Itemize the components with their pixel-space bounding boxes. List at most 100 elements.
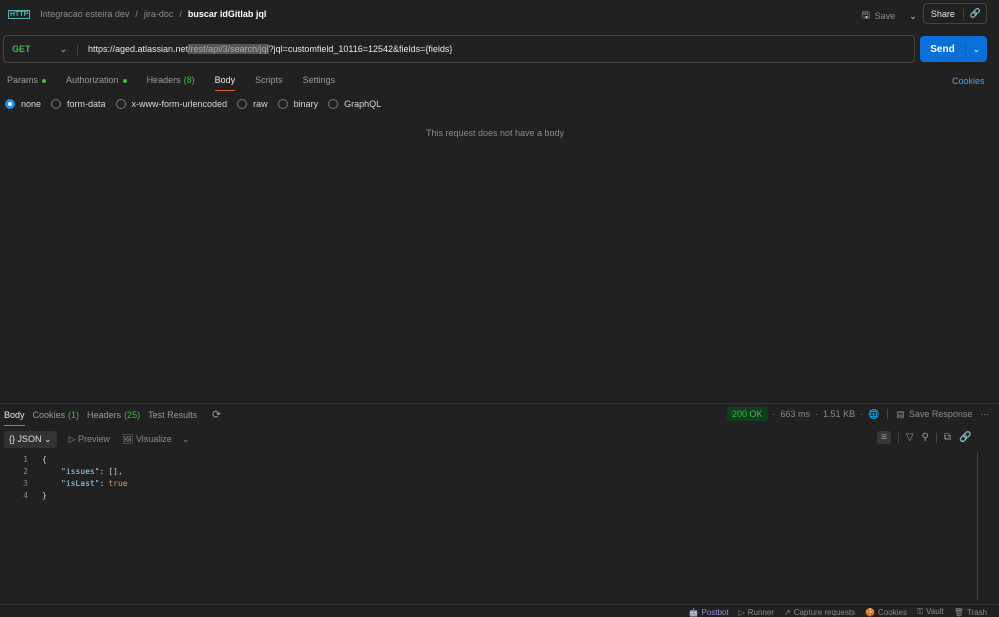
tab-label: Headers [146, 75, 181, 85]
radio-label: x-www-form-urlencoded [131, 99, 228, 109]
footer-trash[interactable]: 🗑 Trash [954, 608, 987, 617]
chevron-down-icon[interactable]: ⌄ [909, 11, 917, 22]
response-tabs: Body Cookies (1) Headers (25) Test Results [4, 410, 205, 426]
code-brace: { [42, 454, 47, 464]
code-line: 1{ [0, 453, 128, 465]
tab-label: Body [4, 410, 25, 420]
visualize-label: Visualize [135, 434, 172, 444]
radio-button[interactable] [51, 99, 62, 109]
radio-raw[interactable]: raw [237, 99, 268, 109]
url-base: https://aged.atlassian.net [88, 44, 189, 54]
line-number: 4 [23, 490, 28, 500]
network-globe-icon[interactable]: 🌐 [868, 409, 879, 420]
radio-button[interactable] [328, 99, 339, 109]
tab-label: Cookies [32, 410, 66, 420]
more-options-icon[interactable]: ⋯ [980, 409, 989, 420]
radio-graphql[interactable]: GraphQL [328, 99, 381, 109]
preview-button[interactable]: ▷ Preview [69, 434, 110, 445]
send-button[interactable]: Send [920, 44, 965, 55]
save-button[interactable]: 🖫 Save ⌄ [862, 8, 917, 24]
status-dot [42, 79, 47, 83]
tab-params[interactable]: Params [7, 75, 47, 85]
response-body-editor[interactable]: 1{2 "issues": [], 3 "isLast": true 4} [0, 453, 128, 501]
footer-label: Runner [747, 607, 774, 617]
radio-label: raw [253, 99, 268, 109]
breadcrumb-folder[interactable]: jira-doc [144, 9, 174, 19]
status-badge[interactable]: 200 OK [727, 407, 768, 421]
line-number: 1 [23, 454, 28, 464]
response-tab-test-results[interactable]: Test Results [148, 410, 197, 420]
radio-label: form-data [67, 99, 106, 109]
share-button[interactable]: Share [923, 8, 964, 19]
response-tab-cookies[interactable]: Cookies (1) [33, 410, 80, 420]
response-size[interactable]: 1.51 KB [823, 409, 855, 419]
tab-label: Authorization [66, 75, 119, 85]
footer-icon: 🗑 [953, 607, 964, 617]
footer-cookies[interactable]: 🍪 Cookies [865, 608, 907, 617]
response-tab-body[interactable]: Body [4, 410, 25, 426]
url-input[interactable]: https://aged.atlassian.net/rest/api/3/se… [78, 44, 452, 54]
radio-label: GraphQL [344, 99, 382, 109]
radio-binary[interactable]: binary [277, 99, 318, 109]
request-name[interactable]: buscar idGitlab jql [188, 9, 267, 19]
footer-runner[interactable]: ▷ Runner [739, 608, 774, 617]
save-response-icon: ▤ [896, 408, 905, 419]
footer-vault[interactable]: ⚿ Vault [917, 607, 944, 617]
footer-icon: ▷ [738, 607, 745, 617]
code-brace: } [42, 490, 47, 500]
line-number: 2 [23, 466, 28, 476]
visualize-chevron-icon[interactable]: ⌄ [182, 434, 190, 445]
method-select[interactable]: GET ⌄ [4, 43, 78, 55]
line-number: 3 [23, 478, 28, 488]
breadcrumb-collection[interactable]: Integracao esteira dev [40, 9, 129, 19]
http-icon: HTTP [8, 9, 31, 19]
request-tabs: Params Authorization Headers (8) Body Scripts… [7, 75, 355, 91]
radio-button[interactable] [115, 99, 126, 109]
radio-button[interactable] [5, 99, 15, 109]
tab-headers[interactable]: Headers (8) [147, 75, 195, 85]
tab-authorization[interactable]: Authorization [66, 75, 127, 85]
save-response-button[interactable]: Save Response [909, 409, 973, 419]
response-time[interactable]: 663 ms [781, 409, 811, 419]
tab-scripts[interactable]: Scripts [255, 75, 283, 85]
radio-button[interactable] [237, 99, 248, 109]
radio-none[interactable]: none [5, 99, 41, 109]
tab-body[interactable]: Body [214, 75, 236, 91]
footer-label: Capture requests [793, 607, 856, 617]
scrollbar[interactable] [977, 452, 978, 600]
save-label: Save [874, 11, 896, 21]
cookies-link[interactable]: Cookies [952, 76, 985, 86]
footer-capture-requests[interactable]: ↗ Capture requests [784, 608, 855, 617]
link-icon[interactable]: 🔗 [959, 432, 971, 443]
breadcrumb: HTTP Integracao esteira dev / jira-doc /… [8, 9, 267, 19]
response-tab-headers[interactable]: Headers (25) [87, 410, 140, 420]
radio-form-data[interactable]: form-data [51, 99, 106, 109]
url-query: ?jql=customfield_10116=12542&fields={fie… [268, 44, 453, 54]
format-select[interactable]: {} JSON ⌄ [4, 431, 57, 448]
radio-label: none [21, 99, 42, 109]
chevron-down-icon: ⌄ [59, 43, 67, 54]
radio-button[interactable] [277, 99, 288, 109]
send-options-chevron-icon[interactable]: ⌄ [965, 43, 987, 55]
radio-x-www-form-urlencoded[interactable]: x-www-form-urlencoded [115, 99, 228, 109]
footer-postbot[interactable]: 🤖 Postbot [688, 608, 728, 617]
tab-label: Settings [302, 75, 336, 85]
tab-label: Params [7, 75, 39, 85]
status-dot [122, 79, 127, 83]
wrap-lines-icon[interactable]: ≡ [877, 431, 891, 444]
tab-label: Test Results [148, 410, 198, 420]
link-icon[interactable]: 🔗 [964, 8, 987, 19]
tab-count: (25) [124, 410, 141, 420]
copy-icon[interactable]: ⧉ [944, 432, 951, 443]
filter-icon[interactable]: ▽ [906, 432, 914, 443]
tab-settings[interactable]: Settings [303, 75, 336, 85]
history-icon[interactable]: ⟳ [212, 408, 221, 421]
tab-label: Scripts [255, 75, 283, 85]
footer-label: Cookies [878, 607, 907, 617]
visualize-button[interactable]: 🖼 Visualize [122, 434, 172, 445]
url-bar: GET ⌄ https://aged.atlassian.net/rest/api… [3, 35, 915, 63]
format-label: JSON [17, 434, 42, 444]
tab-label: Body [214, 75, 236, 85]
search-icon[interactable]: ⚲ [922, 432, 929, 443]
divider [0, 403, 999, 404]
